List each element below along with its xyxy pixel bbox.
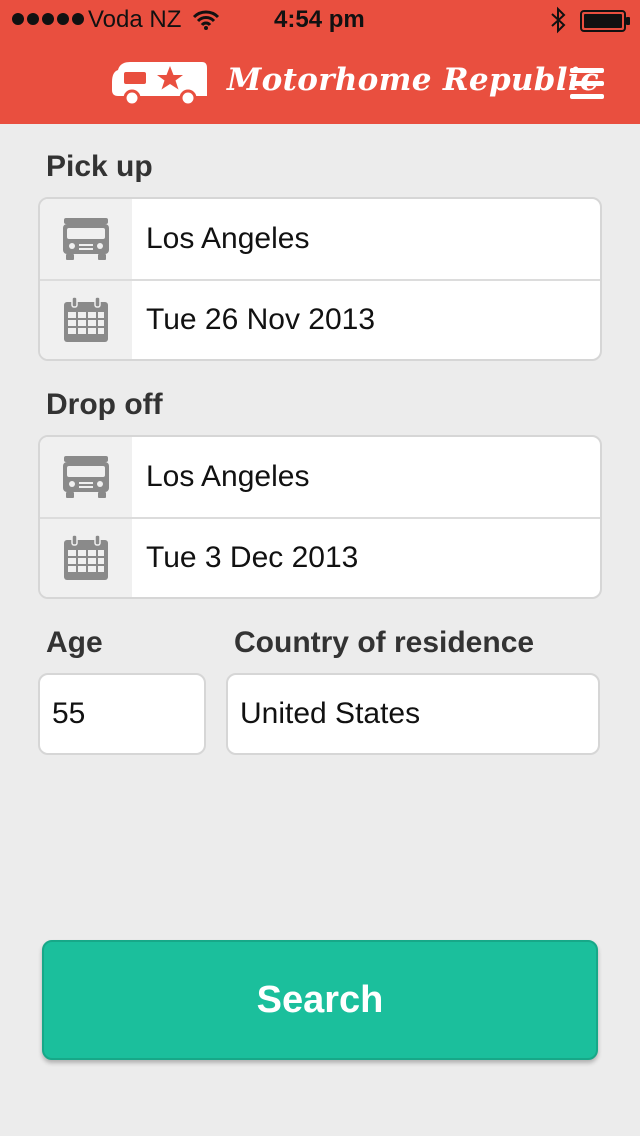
calendar-icon bbox=[40, 281, 132, 359]
carrier-name: Voda NZ bbox=[88, 6, 182, 33]
pickup-location-row[interactable]: Los Angeles bbox=[40, 199, 600, 279]
dropoff-group: Los Angeles Tue 3 Dec 2013 bbox=[38, 435, 602, 599]
dropoff-label: Drop off bbox=[46, 388, 163, 421]
calendar-icon bbox=[40, 519, 132, 597]
pickup-date-row[interactable]: Tue 26 Nov 2013 bbox=[40, 279, 600, 359]
search-button[interactable]: Search bbox=[42, 940, 598, 1060]
age-field[interactable]: 55 bbox=[38, 673, 206, 755]
residence-label: Country of residence bbox=[234, 626, 535, 659]
van-icon bbox=[40, 437, 132, 517]
age-label: Age bbox=[46, 626, 103, 659]
pickup-location: Los Angeles bbox=[146, 222, 310, 255]
dropoff-location: Los Angeles bbox=[146, 460, 310, 493]
navbar: Motorhome Republic bbox=[0, 40, 640, 124]
brand-name: Motorhome Republic bbox=[227, 62, 600, 98]
app-header: Voda NZ 4:54 pm Motorhome Republic bbox=[0, 0, 640, 124]
dropoff-location-row[interactable]: Los Angeles bbox=[40, 437, 600, 517]
pickup-label: Pick up bbox=[46, 150, 153, 183]
signal-icon bbox=[12, 13, 84, 25]
status-bar: Voda NZ 4:54 pm bbox=[0, 0, 640, 40]
wifi-icon bbox=[192, 8, 220, 39]
battery-icon bbox=[580, 10, 632, 39]
bluetooth-icon bbox=[549, 6, 567, 41]
residence-field[interactable]: United States bbox=[226, 673, 600, 755]
age-value: 55 bbox=[52, 697, 86, 730]
menu-icon[interactable] bbox=[570, 68, 606, 102]
motorhome-logo-icon[interactable] bbox=[110, 58, 210, 111]
status-time: 4:54 pm bbox=[274, 6, 365, 33]
pickup-group: Los Angeles Tue 26 Nov 2013 bbox=[38, 197, 602, 361]
residence-value: United States bbox=[240, 697, 421, 730]
dropoff-date-row[interactable]: Tue 3 Dec 2013 bbox=[40, 517, 600, 597]
van-icon bbox=[40, 199, 132, 279]
pickup-date: Tue 26 Nov 2013 bbox=[146, 303, 376, 336]
dropoff-date: Tue 3 Dec 2013 bbox=[146, 541, 359, 574]
